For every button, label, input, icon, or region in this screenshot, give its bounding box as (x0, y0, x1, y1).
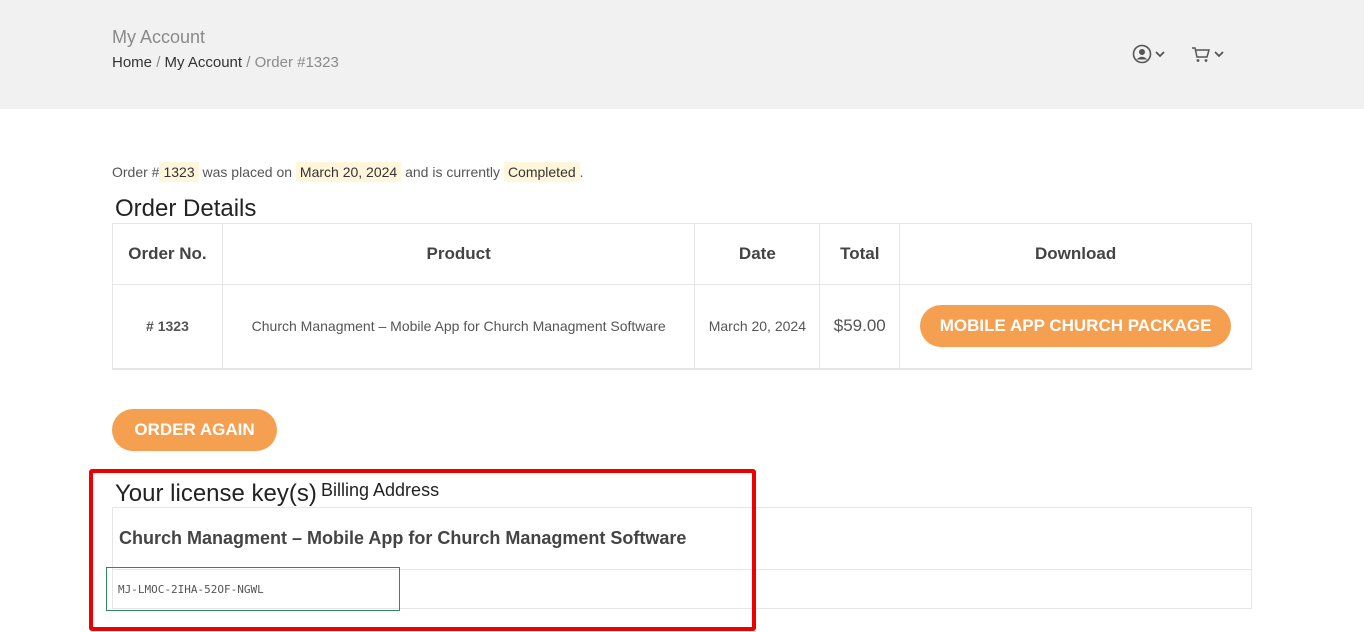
order-status-text: and is currently (405, 164, 501, 180)
breadcrumb-account-link[interactable]: My Account (165, 54, 243, 71)
breadcrumb-current: Order #1323 (254, 54, 339, 71)
order-status: Completed (503, 162, 580, 182)
download-package-button[interactable]: MOBILE APP CHURCH PACKAGE (919, 305, 1232, 348)
order-again-button[interactable]: ORDER AGAIN (112, 409, 277, 451)
order-placed-text: was placed on (202, 164, 293, 180)
order-prefix: Order # (112, 164, 160, 180)
page-title: My Account (112, 27, 206, 47)
order-details-title: Order Details (115, 195, 257, 222)
column-header-total: Total (819, 223, 901, 285)
site-header: My Account Home / My Account / Order #13… (0, 0, 1364, 109)
column-header-order-no: Order No. (112, 223, 223, 285)
chevron-down-icon (1214, 51, 1224, 58)
breadcrumb-separator: / (156, 54, 161, 71)
order-summary-suffix: . (579, 164, 584, 180)
order-date: March 20, 2024 (295, 162, 402, 182)
cell-date: March 20, 2024 (694, 284, 821, 370)
table-row: # 1323 Church Managment – Mobile App for… (112, 284, 1252, 370)
breadcrumb-separator: / (246, 54, 251, 71)
user-icon (1132, 44, 1152, 64)
header-icons (1132, 44, 1224, 64)
breadcrumb: Home / My Account / Order #1323 (112, 54, 339, 71)
order-number: 1323 (159, 162, 199, 182)
order-details-table: Order No. Product Date Total Download # … (112, 223, 1252, 370)
column-header-product: Product (221, 223, 696, 285)
cart-icon (1192, 47, 1210, 62)
cell-total: $59.00 (819, 284, 901, 370)
order-summary: Order #1323 was placed on March 20, 2024… (112, 160, 584, 184)
column-header-download: Download (899, 223, 1252, 285)
column-header-date: Date (694, 223, 821, 285)
cell-order-no: # 1323 (112, 284, 223, 370)
chevron-down-icon (1155, 51, 1165, 58)
cell-product: Church Managment – Mobile App for Church… (221, 284, 696, 370)
annotation-highlight-box (89, 469, 756, 631)
account-menu-toggle[interactable] (1132, 44, 1165, 64)
cart-menu-toggle[interactable] (1191, 44, 1224, 64)
cell-download: MOBILE APP CHURCH PACKAGE (899, 284, 1252, 370)
breadcrumb-home-link[interactable]: Home (112, 54, 152, 71)
table-header-row: Order No. Product Date Total Download (112, 223, 1252, 285)
